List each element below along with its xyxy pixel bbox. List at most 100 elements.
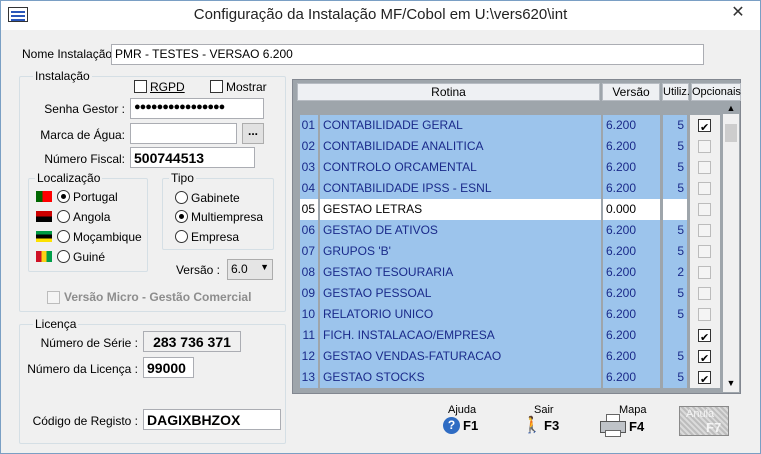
scroll-up-icon[interactable]: ▲ — [723, 103, 739, 114]
versao-label: Versão : — [175, 263, 220, 277]
row-name[interactable]: GESTAO LETRAS — [320, 199, 601, 220]
tipo-title: Tipo — [169, 171, 196, 185]
row-version[interactable]: 6.200 — [603, 367, 660, 388]
row-name[interactable]: GESTAO STOCKS — [320, 367, 601, 388]
empresa-label: Empresa — [191, 230, 240, 244]
optional-checkbox[interactable] — [698, 328, 711, 346]
scroll-down-icon[interactable]: ▼ — [723, 378, 739, 388]
row-number: 01 — [300, 115, 318, 136]
guine-radio[interactable] — [57, 250, 70, 263]
help-icon: ? — [443, 417, 460, 434]
portugal-radio[interactable] — [57, 190, 70, 203]
row-name[interactable]: CONTABILIDADE ANALITICA — [320, 136, 601, 157]
row-name[interactable]: GESTAO TESOURARIA — [320, 262, 601, 283]
browse-button[interactable]: ... — [242, 123, 264, 144]
optional-checkbox — [698, 140, 711, 153]
multiempresa-radio[interactable] — [175, 210, 188, 223]
licenca-input[interactable]: 99000 — [143, 357, 194, 378]
nome-input[interactable]: PMR - TESTES - VERSAO 6.200 — [111, 44, 704, 65]
header-opcionais[interactable]: Opcionais — [691, 83, 741, 101]
row-optional-cell — [690, 199, 720, 220]
optional-checkbox[interactable] — [698, 118, 711, 136]
row-number: 12 — [300, 346, 318, 367]
row-version[interactable]: 6.200 — [603, 136, 660, 157]
empresa-radio[interactable] — [175, 230, 188, 243]
row-version[interactable]: 6.200 — [603, 283, 660, 304]
header-utiliz[interactable]: Utiliz. — [662, 83, 690, 101]
printer-icon — [600, 414, 626, 438]
mapa-button[interactable]: Mapa F4 — [599, 404, 647, 440]
ajuda-button[interactable]: Ajuda ? F1 — [441, 404, 485, 438]
row-version[interactable]: 6.200 — [603, 262, 660, 283]
row-version[interactable]: 6.200 — [603, 178, 660, 199]
serie-value: 283 736 371 — [143, 331, 241, 352]
row-version[interactable]: 6.200 — [603, 115, 660, 136]
row-name[interactable]: FICH. INSTALACAO/EMPRESA — [320, 325, 601, 346]
scroll-thumb[interactable] — [725, 124, 737, 142]
versao-select[interactable]: 6.0 ▼ — [227, 259, 273, 280]
mocambique-radio[interactable] — [57, 230, 70, 243]
optional-checkbox — [698, 182, 711, 195]
angola-radio[interactable] — [57, 210, 70, 223]
optional-checkbox[interactable] — [698, 349, 711, 367]
nome-label: Nome Instalação : — [22, 47, 119, 61]
row-util[interactable]: 5 — [663, 220, 687, 241]
row-util[interactable]: 5 — [663, 136, 687, 157]
mapa-key: F4 — [629, 419, 645, 434]
window-title: Configuração da Instalação MF/Cobol em U… — [193, 6, 568, 23]
header-rotina[interactable]: Rotina — [297, 83, 600, 101]
header-versao[interactable]: Versão — [602, 83, 660, 101]
row-name[interactable]: GRUPOS 'B' — [320, 241, 601, 262]
row-version[interactable]: 6.200 — [603, 220, 660, 241]
row-util[interactable]: 5 — [663, 178, 687, 199]
anula-label: Anula — [686, 408, 715, 420]
optional-checkbox — [698, 203, 711, 216]
row-version[interactable]: 0.000 — [603, 199, 660, 220]
row-name[interactable]: CONTABILIDADE GERAL — [320, 115, 601, 136]
row-version[interactable]: 6.200 — [603, 346, 660, 367]
registo-input[interactable]: DAGIXBHZOX — [143, 409, 281, 430]
row-name[interactable]: CONTABILIDADE IPSS - ESNL — [320, 178, 601, 199]
row-version[interactable]: 6.200 — [603, 241, 660, 262]
row-util[interactable] — [663, 325, 687, 346]
row-version[interactable]: 6.200 — [603, 325, 660, 346]
vertical-scrollbar[interactable]: ▲ ▼ — [723, 103, 739, 392]
row-number: 02 — [300, 136, 318, 157]
row-util[interactable]: 5 — [663, 283, 687, 304]
row-util[interactable]: 5 — [663, 157, 687, 178]
close-icon[interactable]: ✕ — [722, 3, 754, 23]
row-version[interactable]: 6.200 — [603, 157, 660, 178]
row-util[interactable]: 5 — [663, 115, 687, 136]
gabinete-radio[interactable] — [175, 191, 188, 204]
row-name[interactable]: GESTAO DE ATIVOS — [320, 220, 601, 241]
row-version[interactable]: 6.200 — [603, 304, 660, 325]
row-optional-cell — [690, 262, 720, 283]
row-name[interactable]: CONTROLO ORCAMENTAL — [320, 157, 601, 178]
row-optional-cell — [690, 346, 720, 367]
row-number: 13 — [300, 367, 318, 388]
sair-button[interactable]: Sair 🚶 F3 — [520, 404, 564, 438]
optional-checkbox[interactable] — [698, 370, 711, 388]
anula-button: Anula F7 — [679, 406, 729, 436]
marca-input[interactable] — [130, 123, 237, 144]
licenca-title: Licença — [33, 317, 79, 331]
portugal-label: Portugal — [73, 190, 118, 204]
mostrar-checkbox[interactable] — [210, 80, 223, 93]
row-util[interactable]: 5 — [663, 367, 687, 388]
fiscal-input[interactable]: 500744513 — [130, 147, 255, 168]
row-util[interactable]: 2 — [663, 262, 687, 283]
senha-input[interactable]: ●●●●●●●●●●●●●●●● — [130, 98, 264, 119]
micro-label: Versão Micro - Gestão Comercial — [64, 290, 252, 304]
registo-label: Código de Registo : — [32, 414, 138, 428]
row-util[interactable]: 5 — [663, 346, 687, 367]
row-name[interactable]: RELATORIO UNICO — [320, 304, 601, 325]
senha-label: Senha Gestor : — [44, 102, 125, 116]
rgpd-checkbox[interactable] — [134, 80, 147, 93]
instalacao-title: Instalação — [33, 69, 92, 83]
row-util[interactable] — [663, 199, 687, 220]
row-name[interactable]: GESTAO VENDAS-FATURACAO — [320, 346, 601, 367]
row-name[interactable]: GESTAO PESSOAL — [320, 283, 601, 304]
row-util[interactable]: 5 — [663, 241, 687, 262]
row-number: 09 — [300, 283, 318, 304]
row-util[interactable]: 5 — [663, 304, 687, 325]
